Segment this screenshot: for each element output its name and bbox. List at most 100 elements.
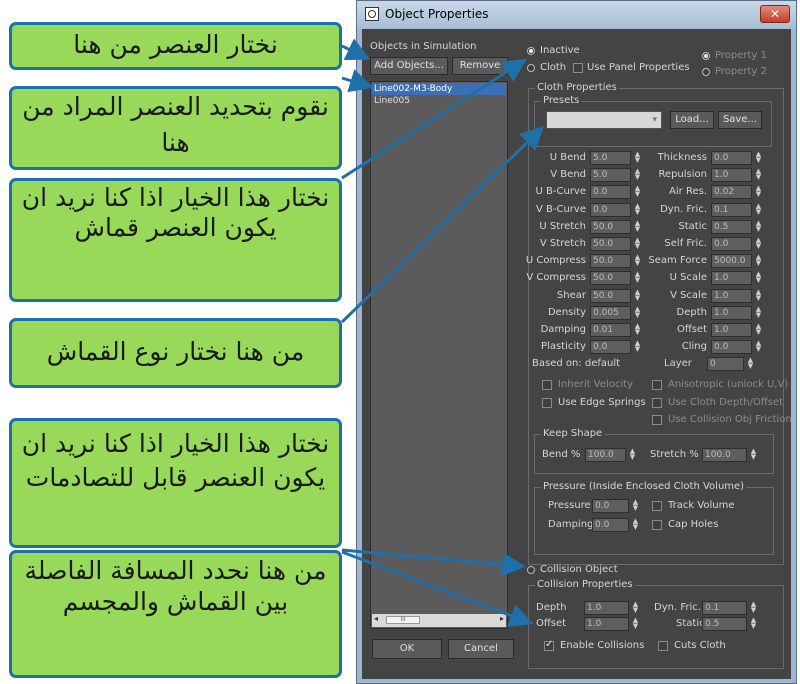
use-edge-springs-checkbox[interactable] — [542, 398, 552, 408]
spinner-arrows-icon[interactable]: ▲ ▼ — [631, 518, 640, 532]
objects-list[interactable]: Line002-M3-Body Line005 ◂ III ▸ — [370, 81, 508, 629]
scroll-thumb[interactable]: III — [386, 616, 420, 624]
cloth-right-field-spinner[interactable]: 0.02 ▲ ▼ — [711, 185, 763, 200]
cloth-right-field-field[interactable]: 1.0 — [711, 288, 752, 303]
cloth-right-field-spinner[interactable]: 0.0 ▲ ▼ — [711, 151, 763, 165]
spinner-arrows-icon[interactable]: ▲ ▼ — [754, 288, 763, 303]
bend-percent-spinner[interactable]: 100.0 ▲ ▼ — [585, 448, 637, 462]
collision-static-field[interactable]: 0.5 — [702, 617, 747, 631]
spinner-arrows-icon[interactable]: ▲ ▼ — [631, 617, 640, 631]
spinner-arrows-icon[interactable]: ▲ ▼ — [631, 499, 640, 513]
cloth-right-field-field[interactable]: 0.02 — [711, 185, 752, 200]
collision-object-radio[interactable] — [527, 566, 535, 574]
spinner-arrows-icon[interactable]: ▲ ▼ — [633, 254, 642, 268]
cloth-right-field-spinner[interactable]: 0.0 ▲ ▼ — [711, 340, 763, 355]
spinner-arrows-icon[interactable]: ▲ ▼ — [754, 305, 763, 320]
scroll-right-icon[interactable]: ▸ — [500, 614, 504, 623]
cloth-left-field-spinner[interactable]: 50.0 ▲ ▼ — [590, 271, 642, 286]
spinner-arrows-icon[interactable]: ▲ ▼ — [754, 323, 763, 337]
cloth-right-field-field[interactable]: 0.0 — [711, 340, 752, 355]
collision-dyn-fric-field[interactable]: 0.1 — [702, 601, 747, 615]
save-button[interactable]: Save... — [718, 111, 762, 129]
cloth-right-field-spinner[interactable]: 1.0 ▲ ▼ — [711, 168, 763, 183]
layer-field[interactable]: 0 — [707, 357, 744, 371]
bend-percent-field[interactable]: 100.0 — [585, 448, 626, 462]
spinner-arrows-icon[interactable]: ▲ ▼ — [754, 271, 763, 285]
cloth-left-field-spinner[interactable]: 0.0 ▲ ▼ — [590, 340, 642, 355]
cloth-left-field-field[interactable]: 50.0 — [590, 288, 631, 303]
cloth-left-field-spinner[interactable]: 5.0 ▲ ▼ — [590, 168, 642, 183]
cloth-right-field-spinner[interactable]: 0.5 ▲ ▼ — [711, 219, 763, 234]
horizontal-scrollbar[interactable]: ◂ III ▸ — [372, 614, 506, 627]
property1-radio[interactable] — [702, 52, 710, 60]
presets-dropdown[interactable]: ▾ — [546, 111, 662, 129]
pressure-damping-field[interactable]: 0.0 — [592, 518, 629, 532]
use-cloth-depth-checkbox[interactable] — [652, 398, 662, 408]
inactive-radio[interactable] — [527, 47, 535, 55]
cloth-right-field-field[interactable]: 1.0 — [711, 271, 752, 286]
spinner-arrows-icon[interactable]: ▲ ▼ — [633, 288, 642, 303]
collision-depth-field[interactable]: 1.0 — [584, 601, 629, 615]
spinner-arrows-icon[interactable]: ▲ ▼ — [754, 202, 763, 217]
use-panel-properties-checkbox[interactable] — [573, 63, 583, 73]
cloth-left-field-field[interactable]: 0.0 — [590, 185, 631, 200]
remove-button[interactable]: Remove — [452, 57, 508, 75]
cloth-left-field-spinner[interactable]: 50.0 ▲ ▼ — [590, 219, 642, 234]
cloth-left-field-spinner[interactable]: 50.0 ▲ ▼ — [590, 237, 642, 251]
spinner-arrows-icon[interactable]: ▲ ▼ — [633, 305, 642, 320]
cloth-left-field-spinner[interactable]: 5.0 ▲ ▼ — [590, 151, 642, 165]
cloth-left-field-spinner[interactable]: 0.01 ▲ ▼ — [590, 323, 642, 337]
spinner-arrows-icon[interactable]: ▲ ▼ — [754, 237, 763, 251]
collision-offset-field[interactable]: 1.0 — [584, 617, 629, 631]
spinner-arrows-icon[interactable]: ▲ ▼ — [633, 237, 642, 251]
cancel-button[interactable]: Cancel — [448, 639, 514, 659]
inherit-velocity-checkbox[interactable] — [542, 380, 552, 390]
scroll-left-icon[interactable]: ◂ — [374, 614, 378, 623]
cuts-cloth-checkbox[interactable] — [658, 641, 668, 651]
property2-radio[interactable] — [702, 68, 710, 76]
anisotropic-checkbox[interactable] — [652, 380, 662, 390]
cloth-right-field-field[interactable]: 0.0 — [711, 151, 752, 165]
cloth-right-field-field[interactable]: 0.1 — [711, 202, 752, 217]
cloth-right-field-spinner[interactable]: 0.0 ▲ ▼ — [711, 237, 763, 251]
spinner-arrows-icon[interactable]: ▲ ▼ — [631, 601, 640, 615]
spinner-arrows-icon[interactable]: ▲ ▼ — [633, 185, 642, 199]
use-collision-friction-checkbox[interactable] — [652, 415, 662, 425]
cloth-right-field-spinner[interactable]: 1.0 ▲ ▼ — [711, 323, 763, 337]
cloth-right-field-spinner[interactable]: 1.0 ▲ ▼ — [711, 305, 763, 320]
cloth-left-field-spinner[interactable]: 0.005 ▲ ▼ — [590, 305, 642, 320]
spinner-arrows-icon[interactable]: ▲ ▼ — [754, 185, 763, 199]
cloth-right-field-field[interactable]: 0.0 — [711, 237, 752, 251]
spinner-arrows-icon[interactable]: ▲ ▼ — [633, 202, 642, 217]
pressure-spinner[interactable]: 0.0 ▲ ▼ — [592, 499, 640, 513]
collision-depth-spinner[interactable]: 1.0 ▲ ▼ — [584, 601, 640, 615]
cloth-right-field-spinner[interactable]: 1.0 ▲ ▼ — [711, 288, 763, 303]
stretch-percent-field[interactable]: 100.0 — [702, 448, 747, 462]
spinner-arrows-icon[interactable]: ▲ ▼ — [633, 271, 642, 285]
cloth-left-field-spinner[interactable]: 50.0 ▲ ▼ — [590, 254, 642, 269]
cloth-left-field-field[interactable]: 50.0 — [590, 237, 631, 251]
cloth-left-field-field[interactable]: 0.01 — [590, 323, 631, 337]
collision-dyn-fric-spinner[interactable]: 0.1 ▲ ▼ — [702, 601, 758, 615]
cloth-left-field-field[interactable]: 5.0 — [590, 151, 631, 165]
load-button[interactable]: Load... — [670, 111, 714, 129]
stretch-percent-spinner[interactable]: 100.0 ▲ ▼ — [702, 448, 758, 462]
cloth-radio[interactable] — [527, 64, 535, 72]
track-volume-checkbox[interactable] — [652, 501, 662, 511]
pressure-damping-spinner[interactable]: 0.0 ▲ ▼ — [592, 518, 640, 532]
cloth-right-field-field[interactable]: 1.0 — [711, 323, 752, 337]
cloth-left-field-spinner[interactable]: 0.0 ▲ ▼ — [590, 185, 642, 200]
cloth-left-field-field[interactable]: 0.0 — [590, 202, 631, 217]
cloth-left-field-field[interactable]: 0.0 — [590, 340, 631, 355]
spinner-arrows-icon[interactable]: ▲ ▼ — [754, 219, 763, 234]
cloth-right-field-spinner[interactable]: 5000.0 ▲ ▼ — [711, 254, 763, 269]
list-item-selected[interactable]: Line002-M3-Body — [372, 83, 506, 95]
spinner-arrows-icon[interactable]: ▲ ▼ — [754, 254, 763, 268]
spinner-arrows-icon[interactable]: ▲ ▼ — [754, 340, 763, 354]
spinner-arrows-icon[interactable]: ▲ ▼ — [754, 151, 763, 165]
cloth-left-field-field[interactable]: 5.0 — [590, 168, 631, 183]
cloth-right-field-field[interactable]: 1.0 — [711, 168, 752, 183]
cloth-left-field-field[interactable]: 0.005 — [590, 305, 631, 320]
cloth-left-field-field[interactable]: 50.0 — [590, 219, 631, 234]
spinner-arrows-icon[interactable]: ▲ ▼ — [633, 151, 642, 165]
